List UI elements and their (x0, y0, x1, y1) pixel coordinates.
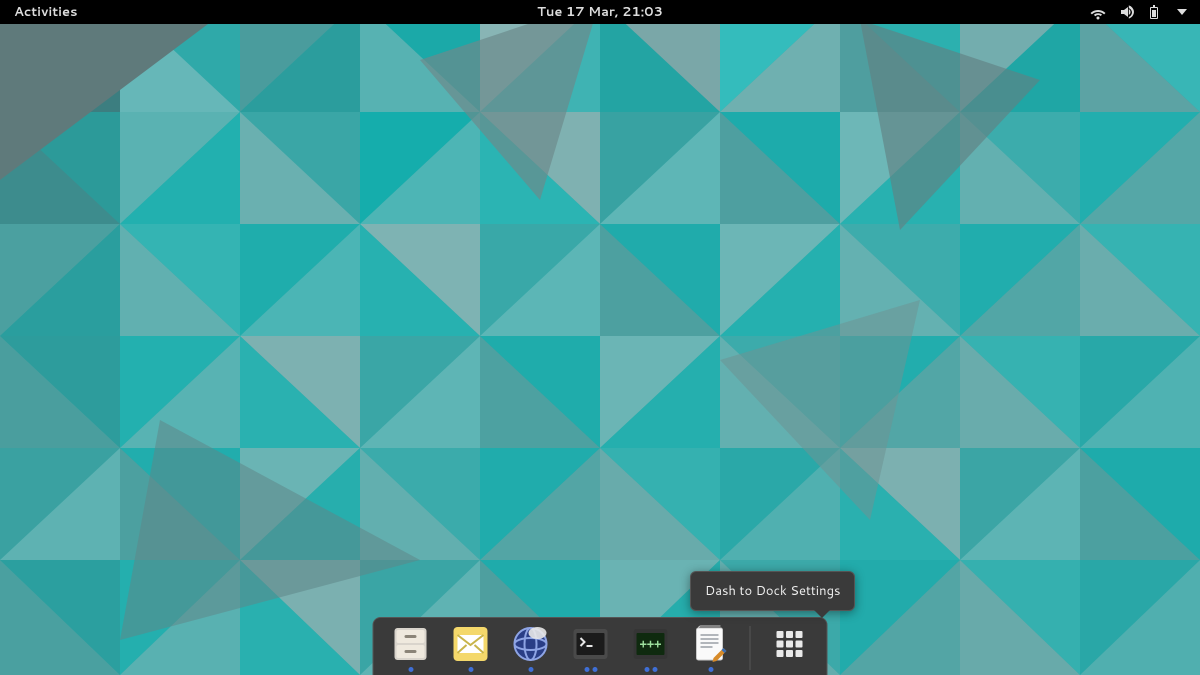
svg-text:+++: +++ (640, 637, 662, 651)
apps-grid-icon (770, 624, 810, 664)
running-indicator (584, 667, 597, 672)
running-indicator (644, 667, 657, 672)
dock-app-devtool[interactable]: +++ (628, 624, 674, 672)
volume-icon (1118, 4, 1134, 20)
dock-app-mail[interactable] (448, 624, 494, 672)
code-icon: +++ (631, 624, 671, 664)
globe-icon (511, 624, 551, 664)
top-panel: Activities Tue 17 Mar, 21:03 (0, 0, 1200, 24)
chevron-down-icon (1174, 4, 1190, 20)
dock-app-terminal[interactable] (568, 624, 614, 672)
running-indicator (708, 667, 713, 672)
clock[interactable]: Tue 17 Mar, 21:03 (533, 1, 667, 23)
dock: +++ (373, 617, 828, 675)
desktop-wallpaper (0, 0, 1200, 675)
activities-button[interactable]: Activities (10, 1, 82, 23)
network-wifi-icon (1090, 4, 1106, 20)
tooltip: Dash to Dock Settings (690, 571, 855, 611)
file-manager-icon (391, 624, 431, 664)
dock-separator (750, 626, 751, 670)
battery-icon (1146, 4, 1162, 20)
running-indicator (408, 667, 413, 672)
dock-app-files[interactable] (388, 624, 434, 672)
terminal-icon (571, 624, 611, 664)
dock-app-editor[interactable] (688, 624, 734, 672)
text-editor-icon (691, 624, 731, 664)
system-status-area[interactable] (1090, 4, 1190, 20)
dock-show-applications[interactable] (767, 624, 813, 672)
tooltip-text: Dash to Dock Settings (705, 582, 840, 600)
running-indicator (468, 667, 473, 672)
dock-app-browser[interactable] (508, 624, 554, 672)
mail-icon (451, 624, 491, 664)
running-indicator (528, 667, 533, 672)
